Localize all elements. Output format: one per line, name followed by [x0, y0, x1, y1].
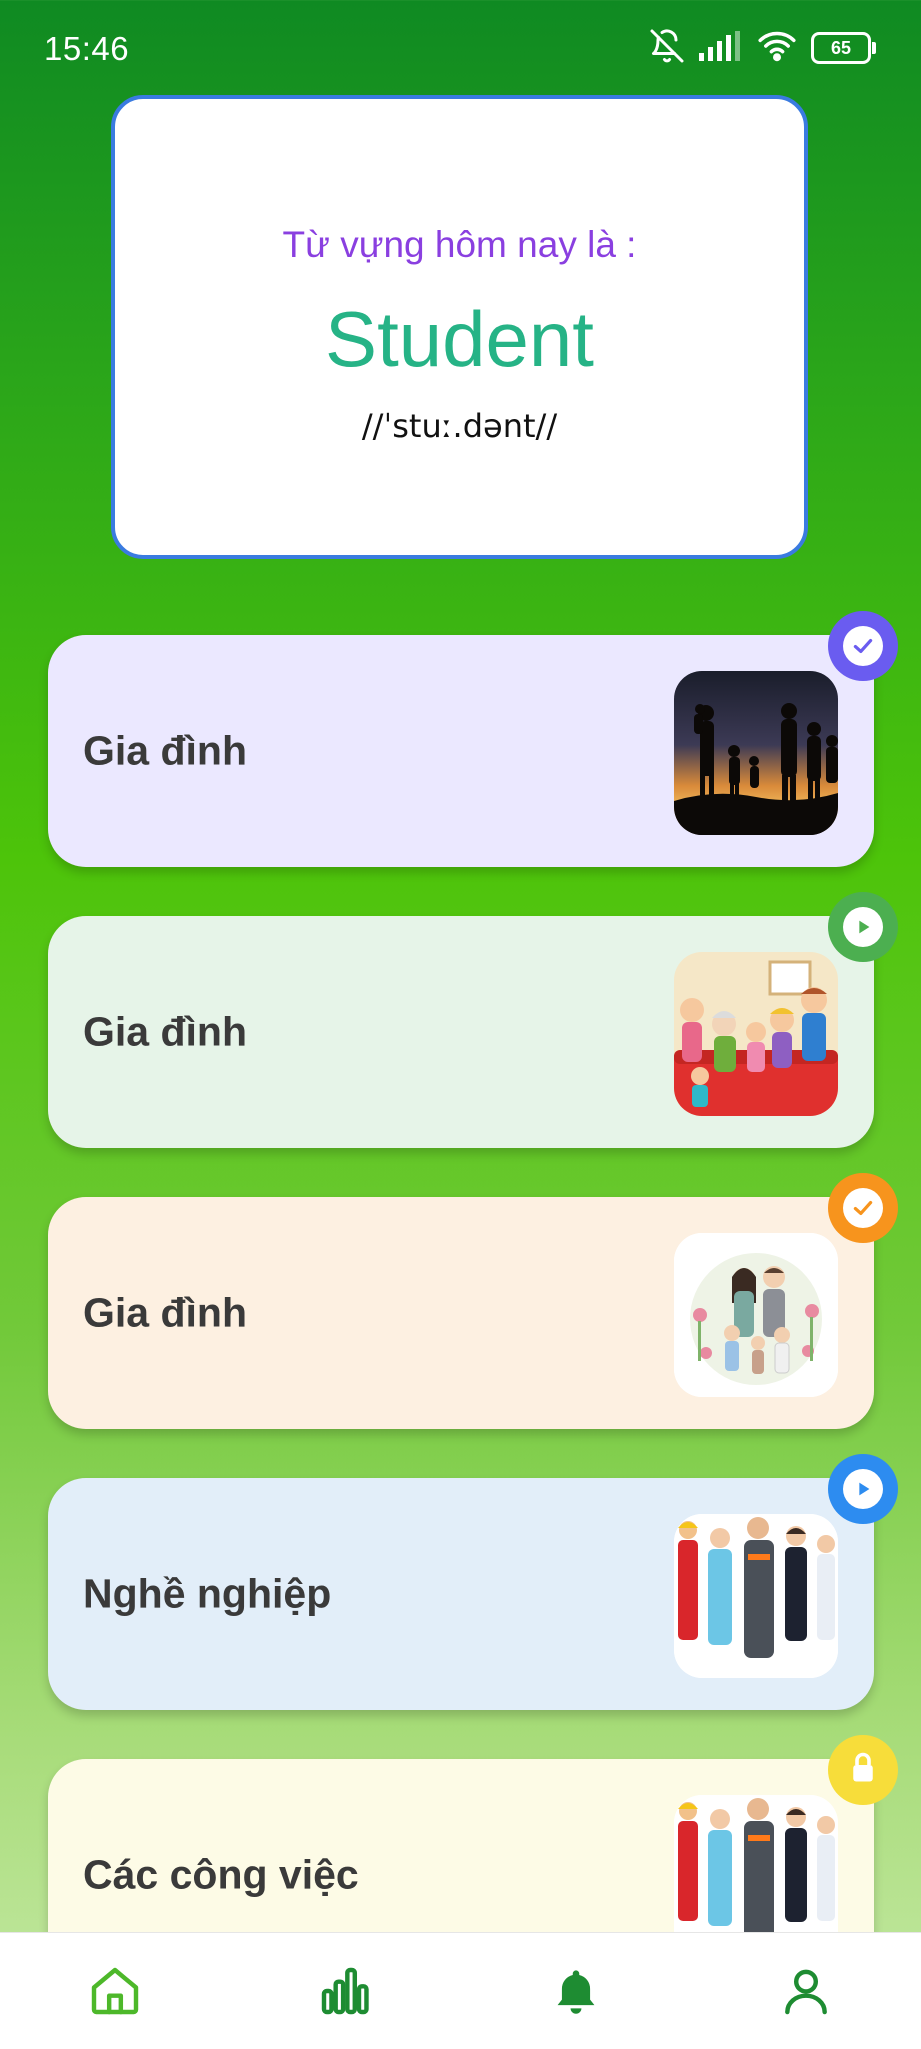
word-of-day-word: Student [325, 295, 594, 383]
nav-stats[interactable] [307, 1955, 383, 2031]
status-bar: 15:46 65 [0, 0, 921, 100]
play-badge[interactable] [828, 1454, 898, 1524]
status-icons: 65 [649, 26, 876, 70]
topic-card-occupations[interactable]: Nghề nghiệp [48, 1454, 898, 1710]
play-icon [843, 907, 883, 947]
word-of-day-intro: Từ vựng hôm nay là : [282, 224, 637, 265]
word-of-day-card[interactable]: Từ vựng hôm nay là : Student //ˈstuː.dən… [111, 95, 808, 559]
topic-title: Gia đình [83, 1289, 247, 1336]
completed-badge [828, 1173, 898, 1243]
occupations-image [674, 1514, 838, 1678]
signal-icon [699, 30, 743, 66]
battery-icon: 65 [811, 32, 876, 64]
topic-card-family-2[interactable]: Gia đình [48, 892, 898, 1148]
topic-title: Gia đình [83, 1008, 247, 1055]
bottom-navigation [0, 1932, 921, 2049]
topic-card-family-3[interactable]: Gia đình [48, 1173, 898, 1429]
topic-card-family-1[interactable]: Gia đình [48, 611, 898, 867]
family-silhouette-image [674, 671, 838, 835]
word-of-day-pronunciation: //ˈstuː.dənt// [361, 407, 558, 445]
nav-home[interactable] [77, 1955, 153, 2031]
battery-level: 65 [830, 37, 852, 58]
family-cartoon-image [674, 952, 838, 1116]
locked-badge [828, 1735, 898, 1805]
bar-chart-icon [317, 1963, 373, 2024]
wifi-icon [757, 30, 797, 67]
play-icon [843, 1469, 883, 1509]
status-time: 15:46 [44, 30, 130, 67]
nav-notifications[interactable] [538, 1955, 614, 2031]
topic-title: Các công việc [83, 1851, 359, 1898]
topic-title: Gia đình [83, 727, 247, 774]
bell-icon [550, 1965, 602, 2022]
lock-icon [845, 1750, 881, 1791]
family-illustration-image [674, 1233, 838, 1397]
check-icon [843, 1188, 883, 1228]
check-icon [843, 626, 883, 666]
home-icon [87, 1963, 143, 2024]
nav-profile[interactable] [768, 1955, 844, 2031]
completed-badge [828, 611, 898, 681]
user-icon [778, 1963, 834, 2024]
play-badge[interactable] [828, 892, 898, 962]
bell-off-icon [649, 28, 685, 69]
topic-title: Nghề nghiệp [83, 1570, 332, 1617]
